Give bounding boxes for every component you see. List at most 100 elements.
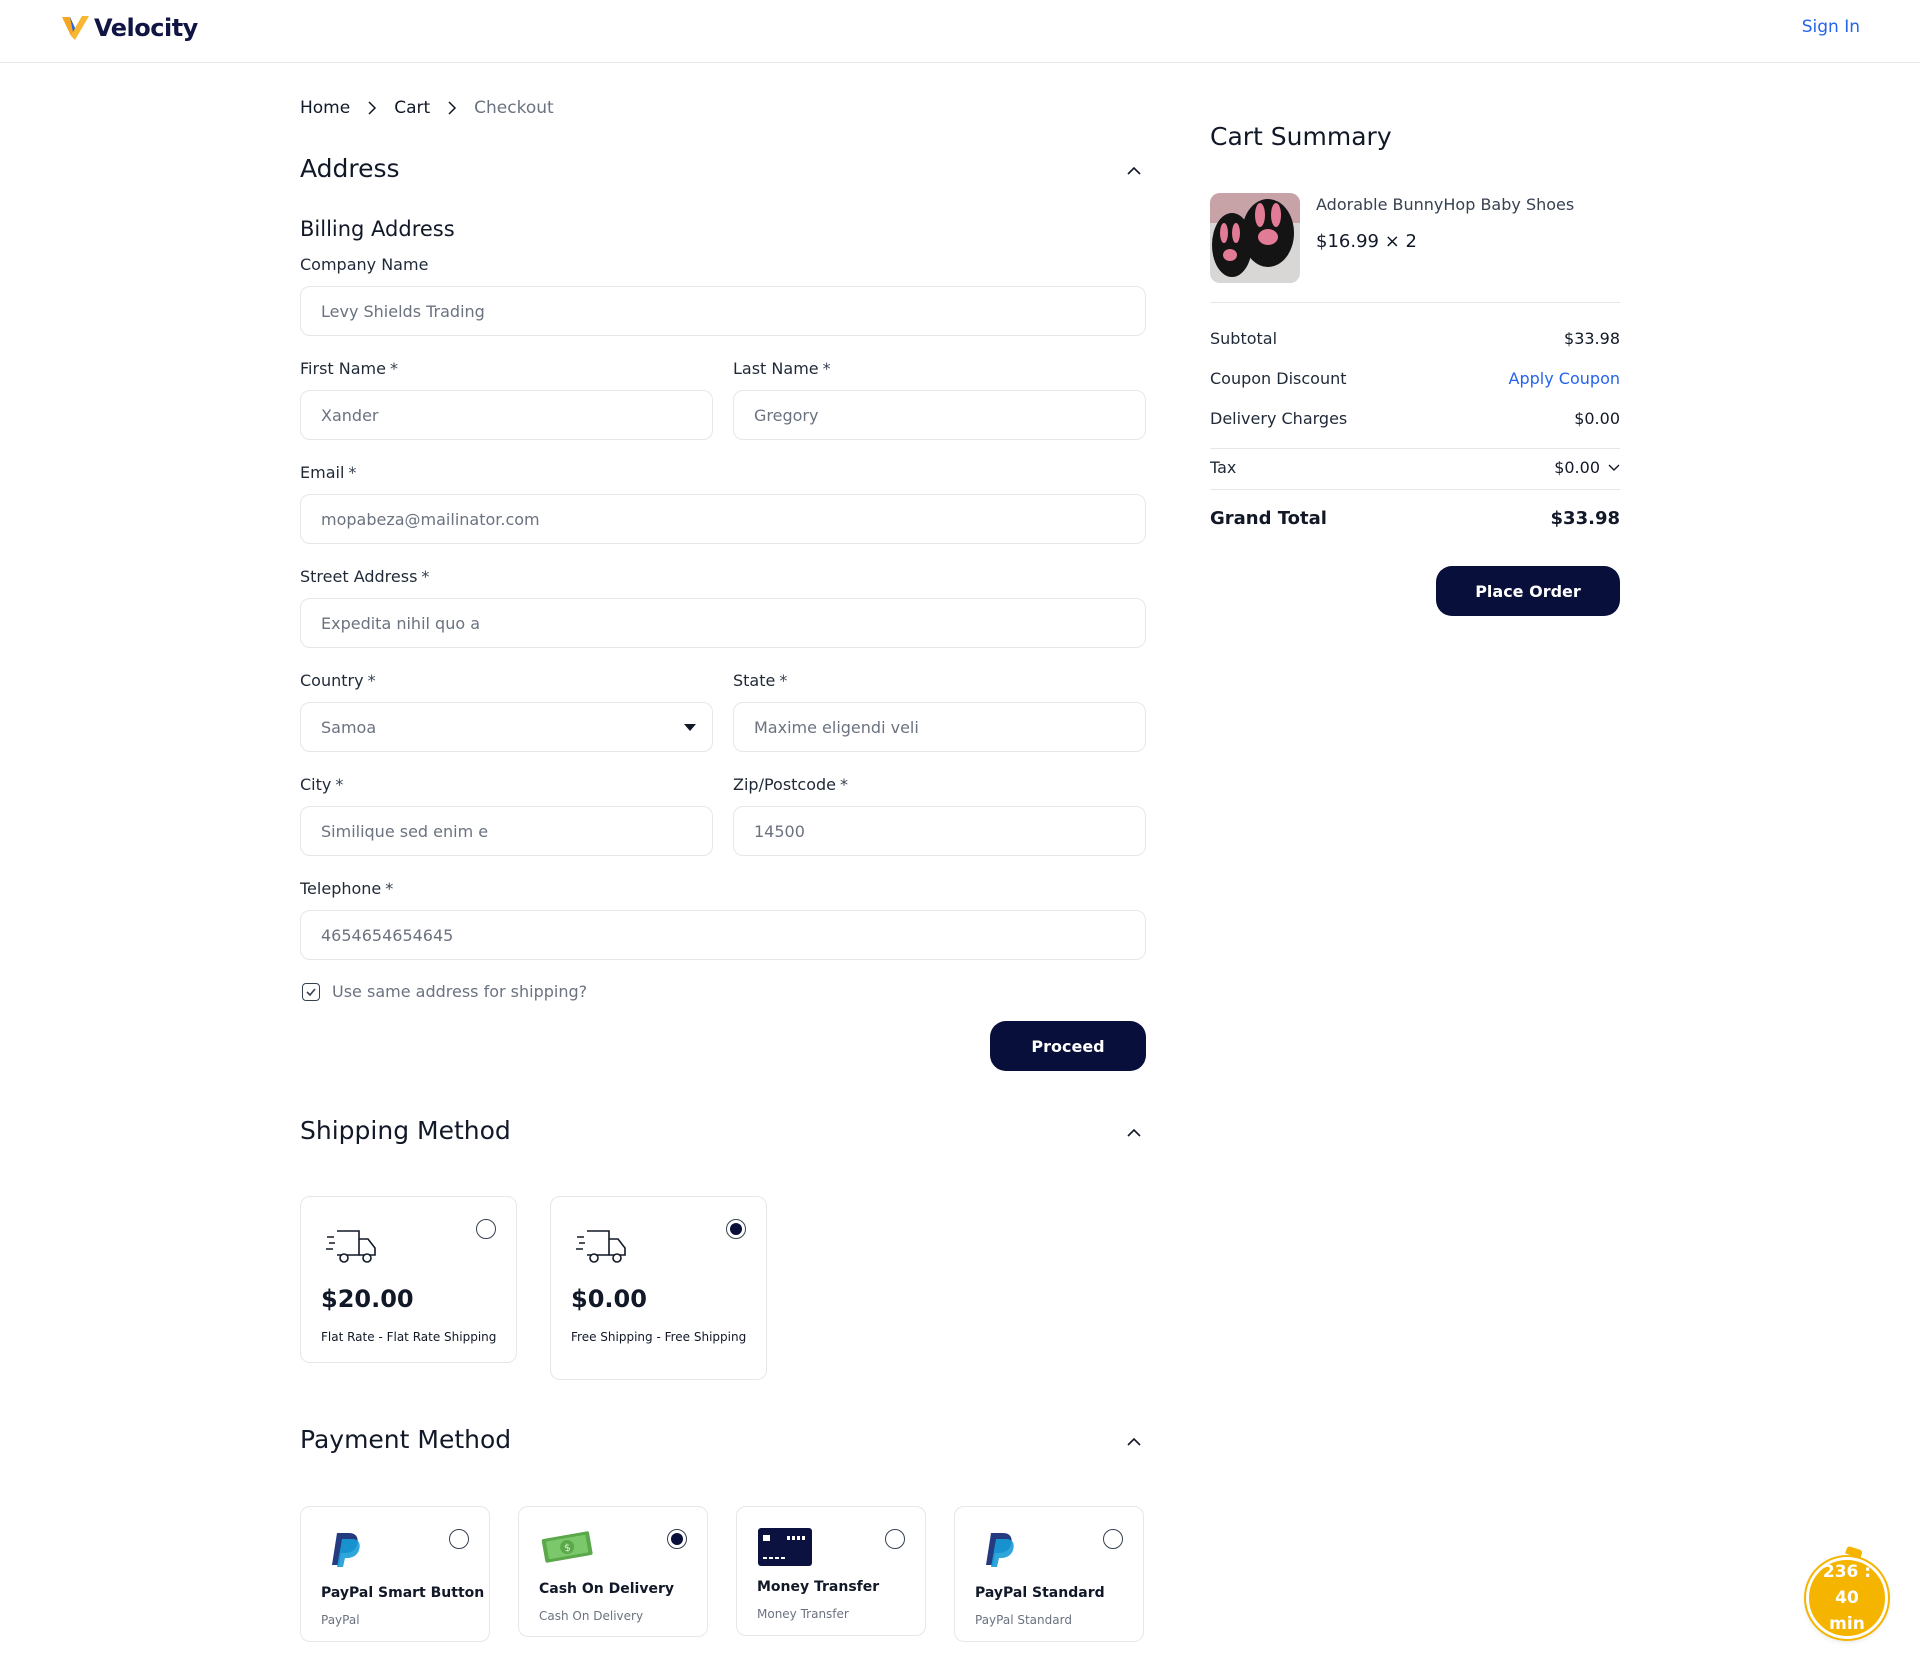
payment-title: Cash On Delivery: [539, 1581, 675, 1597]
sign-in-link[interactable]: Sign In: [1802, 17, 1860, 37]
street-address-label: Street Address *: [300, 567, 430, 586]
product-thumbnail[interactable]: [1210, 193, 1300, 283]
state-input[interactable]: Maxime eligendi veli: [733, 702, 1146, 752]
divider: [1210, 448, 1620, 449]
shipping-option-free[interactable]: $0.00 Free Shipping - Free Shipping: [550, 1196, 767, 1380]
city-input[interactable]: Similique sed enim e: [300, 806, 713, 856]
email-label: Email *: [300, 463, 357, 482]
paypal-icon: [331, 1531, 363, 1571]
shipping-radio-free[interactable]: [726, 1219, 746, 1239]
shipping-radio-flat-rate[interactable]: [476, 1219, 496, 1239]
payment-title: PayPal Smart Button: [321, 1585, 485, 1601]
shipping-price: $20.00: [321, 1285, 414, 1313]
country-select[interactable]: Samoa: [300, 702, 713, 752]
proceed-button[interactable]: Proceed: [990, 1021, 1146, 1071]
same-address-label[interactable]: Use same address for shipping?: [332, 982, 587, 1001]
payment-title: Money Transfer: [757, 1579, 880, 1595]
grand-total-value: $33.98: [1550, 508, 1620, 529]
breadcrumb: Home Cart Checkout: [300, 98, 554, 118]
chevron-right-icon: [364, 100, 380, 116]
subtotal-label: Subtotal: [1210, 329, 1278, 348]
email-input[interactable]: mopabeza@mailinator.com: [300, 494, 1146, 544]
telephone-value: 4654654654645: [321, 925, 454, 945]
delivery-label: Delivery Charges: [1210, 409, 1348, 428]
city-label: City *: [300, 775, 344, 794]
payment-title: PayPal Standard: [975, 1585, 1105, 1601]
caret-down-icon: [684, 724, 696, 731]
payment-radio-paypal-standard[interactable]: [1103, 1529, 1123, 1549]
checkmark-icon: [306, 987, 316, 996]
coupon-row: Coupon Discount Apply Coupon: [1210, 369, 1620, 388]
country-value: Samoa: [321, 717, 377, 737]
country-label: Country *: [300, 671, 376, 690]
billing-address-title: Billing Address: [300, 217, 455, 241]
velocity-logo-icon: [62, 16, 89, 40]
payment-subtitle: Money Transfer: [757, 1607, 849, 1621]
truck-icon: [325, 1227, 377, 1269]
baby-shoes-image-icon: [1210, 193, 1300, 283]
breadcrumb-cart[interactable]: Cart: [394, 98, 430, 118]
state-value: Maxime eligendi veli: [754, 717, 919, 737]
payment-option-cash-on-delivery[interactable]: $ Cash On Delivery Cash On Delivery: [518, 1506, 708, 1637]
payment-option-paypal-standard[interactable]: PayPal Standard PayPal Standard: [954, 1506, 1144, 1642]
same-address-row: Use same address for shipping?: [302, 982, 587, 1001]
telephone-input[interactable]: 4654654654645: [300, 910, 1146, 960]
chevron-up-icon[interactable]: [1124, 160, 1144, 180]
payment-subtitle: PayPal Standard: [975, 1613, 1072, 1627]
grand-total-label: Grand Total: [1210, 508, 1327, 529]
tax-toggle[interactable]: $0.00: [1554, 458, 1620, 477]
place-order-button[interactable]: Place Order: [1436, 566, 1620, 616]
same-address-checkbox[interactable]: [302, 982, 320, 1001]
payment-subtitle: Cash On Delivery: [539, 1609, 644, 1623]
divider: [1210, 489, 1620, 490]
last-name-input[interactable]: Gregory: [733, 390, 1146, 440]
payment-radio-paypal-smart[interactable]: [449, 1529, 469, 1549]
chevron-up-icon[interactable]: [1124, 1431, 1144, 1451]
street-address-input[interactable]: Expedita nihil quo a: [300, 598, 1146, 648]
street-address-value: Expedita nihil quo a: [321, 613, 481, 633]
shipping-description: Free Shipping - Free Shipping: [571, 1330, 747, 1344]
company-name-input[interactable]: Levy Shields Trading: [300, 286, 1146, 336]
grand-total-row: Grand Total $33.98: [1210, 508, 1620, 529]
first-name-value: Xander: [321, 405, 379, 425]
divider: [1210, 302, 1620, 303]
delivery-row: Delivery Charges $0.00: [1210, 409, 1620, 428]
payment-option-paypal-smart[interactable]: PayPal Smart Button PayPal: [300, 1506, 490, 1642]
zip-value: 14500: [754, 821, 805, 841]
city-value: Similique sed enim e: [321, 821, 489, 841]
brand-logo[interactable]: Velocity: [60, 14, 198, 42]
session-timer[interactable]: 236 : 40 min: [1806, 1557, 1888, 1639]
shipping-option-flat-rate[interactable]: $20.00 Flat Rate - Flat Rate Shipping: [300, 1196, 517, 1363]
apply-coupon-link[interactable]: Apply Coupon: [1509, 369, 1620, 388]
first-name-label: First Name *: [300, 359, 398, 378]
top-navbar: Velocity Sign In: [0, 0, 1920, 63]
first-name-input[interactable]: Xander: [300, 390, 713, 440]
company-name-value: Levy Shields Trading: [321, 301, 485, 321]
card-icon: [757, 1527, 813, 1571]
cash-icon: $: [539, 1527, 595, 1569]
cart-item-name[interactable]: Adorable BunnyHop Baby Shoes: [1316, 195, 1574, 214]
cart-summary-title: Cart Summary: [1210, 122, 1392, 151]
zip-label: Zip/Postcode *: [733, 775, 849, 794]
chevron-up-icon[interactable]: [1124, 1122, 1144, 1142]
payment-option-money-transfer[interactable]: Money Transfer Money Transfer: [736, 1506, 926, 1636]
breadcrumb-checkout: Checkout: [474, 98, 554, 118]
breadcrumb-home[interactable]: Home: [300, 98, 350, 118]
delivery-value: $0.00: [1574, 409, 1620, 428]
tax-row[interactable]: Tax $0.00: [1210, 458, 1620, 477]
zip-input[interactable]: 14500: [733, 806, 1146, 856]
tax-label: Tax: [1210, 458, 1237, 477]
truck-icon: [575, 1227, 627, 1269]
coupon-label: Coupon Discount: [1210, 369, 1347, 388]
email-value: mopabeza@mailinator.com: [321, 509, 540, 529]
company-name-label: Company Name: [300, 255, 429, 274]
shipping-section-title: Shipping Method: [300, 1116, 511, 1145]
payment-subtitle: PayPal: [321, 1613, 360, 1627]
timer-unit: min: [1829, 1614, 1865, 1634]
brand-name: Velocity: [94, 14, 198, 42]
payment-radio-cash-on-delivery[interactable]: [667, 1529, 687, 1549]
payment-radio-money-transfer[interactable]: [885, 1529, 905, 1549]
subtotal-row: Subtotal $33.98: [1210, 329, 1620, 348]
payment-section-title: Payment Method: [300, 1425, 512, 1454]
telephone-label: Telephone *: [300, 879, 394, 898]
